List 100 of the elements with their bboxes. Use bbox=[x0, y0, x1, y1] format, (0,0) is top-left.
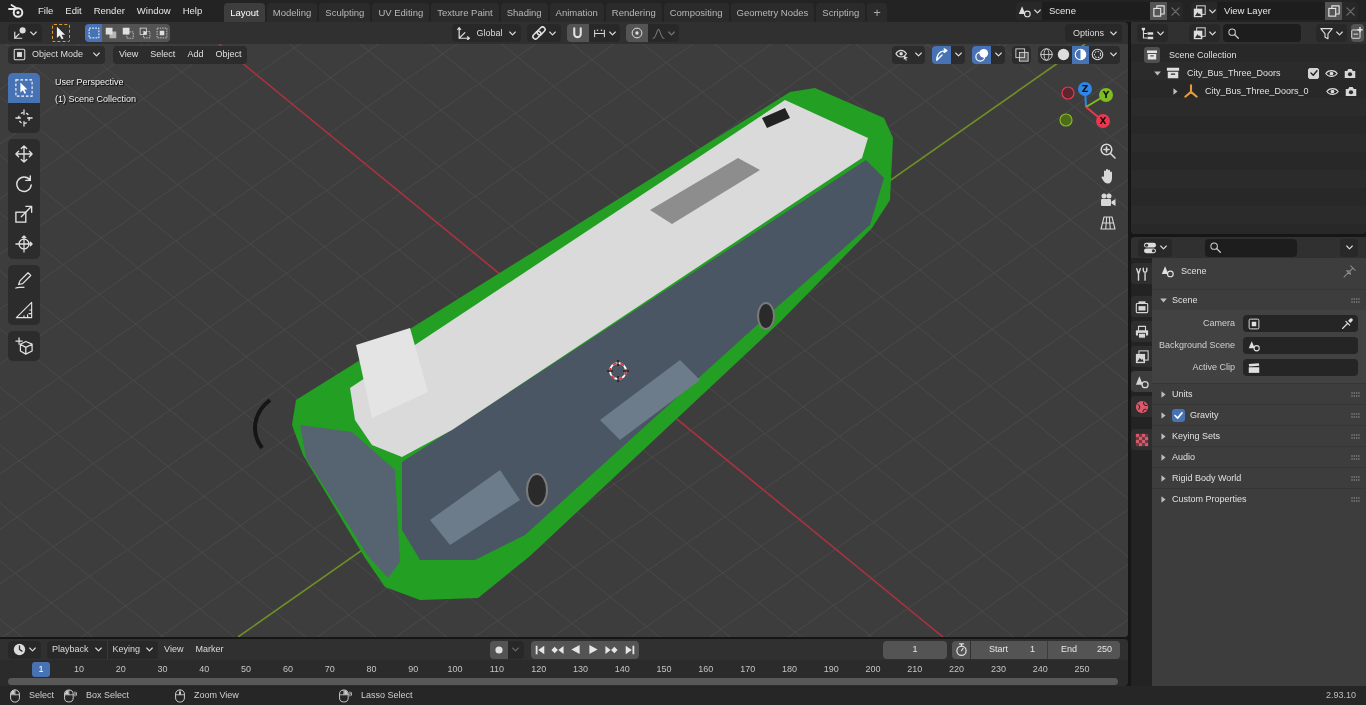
workspace-tab[interactable]: Modeling bbox=[266, 3, 318, 22]
filter-button[interactable] bbox=[1315, 24, 1347, 42]
photo-camera-icon[interactable] bbox=[1344, 67, 1356, 79]
pivot-dropdown[interactable] bbox=[526, 24, 561, 42]
search-field[interactable] bbox=[1223, 24, 1301, 42]
overlapping-squares-icon bbox=[104, 27, 117, 39]
selection-mode-button[interactable] bbox=[102, 24, 119, 42]
hand-icon[interactable] bbox=[1101, 168, 1115, 184]
menu-dropdown[interactable]: Keying bbox=[106, 640, 159, 659]
tool-button[interactable] bbox=[8, 103, 40, 133]
editor-type-button[interactable] bbox=[8, 640, 41, 659]
workspace-tab[interactable]: Rendering bbox=[605, 3, 662, 22]
editor-type-button[interactable] bbox=[1137, 24, 1168, 42]
workspace-tab[interactable]: Sculpting bbox=[319, 3, 371, 22]
eye-icon[interactable] bbox=[1325, 68, 1338, 78]
jump-start-button[interactable] bbox=[530, 640, 549, 659]
object-field[interactable] bbox=[1243, 359, 1358, 376]
frame-number: 230 bbox=[989, 664, 1007, 674]
duplicate-button[interactable] bbox=[1325, 2, 1342, 20]
editor-type-button[interactable] bbox=[1138, 238, 1172, 257]
menu-item[interactable]: Edit bbox=[59, 1, 88, 21]
properties-tab[interactable] bbox=[1131, 346, 1152, 367]
checkbox[interactable] bbox=[1308, 67, 1319, 79]
auto-key-button[interactable] bbox=[489, 640, 508, 659]
previous-keyframe-button[interactable] bbox=[548, 640, 567, 659]
display-mode-button[interactable] bbox=[1189, 24, 1220, 42]
menu-item[interactable]: Help bbox=[176, 1, 209, 21]
zoom-icon[interactable] bbox=[1100, 143, 1116, 159]
disclosure-triangle-icon[interactable] bbox=[1153, 70, 1161, 76]
add-workspace-button[interactable]: + bbox=[867, 3, 887, 22]
disclosure-triangle-icon[interactable] bbox=[1172, 87, 1178, 95]
tool-button[interactable] bbox=[8, 73, 40, 103]
snap-toggle[interactable] bbox=[566, 24, 589, 42]
workspace-tab[interactable]: Compositing bbox=[663, 3, 729, 22]
menu-item[interactable]: Marker bbox=[189, 640, 230, 659]
menu-dropdown[interactable]: Playback bbox=[47, 640, 107, 659]
photo-camera-icon[interactable] bbox=[1344, 85, 1357, 97]
current-frame-field[interactable]: 1 bbox=[883, 640, 947, 659]
view-layer-type-button[interactable] bbox=[1191, 2, 1217, 20]
menu-item[interactable]: File bbox=[32, 1, 60, 21]
perspective-grid-icon[interactable] bbox=[1100, 216, 1116, 230]
dropdown-button[interactable] bbox=[1340, 238, 1358, 257]
view-layer-name-field[interactable]: View Layer bbox=[1217, 2, 1325, 20]
active-tool-button[interactable] bbox=[52, 24, 70, 42]
workspace-tab[interactable]: Layout bbox=[224, 3, 265, 22]
workspace-tab[interactable]: Scripting bbox=[816, 3, 866, 22]
preview-range-button[interactable] bbox=[952, 640, 970, 659]
options-dropdown[interactable]: Options bbox=[1064, 24, 1122, 42]
search-field[interactable] bbox=[1205, 238, 1297, 257]
status-hint: Zoom View bbox=[194, 691, 239, 700]
menu-item[interactable]: Window bbox=[130, 1, 177, 21]
workspace-tab[interactable]: Animation bbox=[549, 3, 604, 22]
checkbox[interactable] bbox=[1172, 408, 1185, 422]
start-frame-field[interactable]: Start 1 bbox=[971, 640, 1047, 659]
snap-target-dropdown[interactable] bbox=[588, 24, 620, 42]
tool-button[interactable] bbox=[8, 229, 40, 259]
new-collection-button[interactable] bbox=[1350, 24, 1364, 42]
blender-logo-icon[interactable] bbox=[8, 4, 24, 18]
workspace-tab[interactable]: Geometry Nodes bbox=[730, 3, 815, 22]
selection-mode-button[interactable] bbox=[136, 24, 153, 42]
gizmo-axis-handle[interactable] bbox=[1061, 86, 1075, 100]
properties-tab[interactable] bbox=[1131, 296, 1152, 317]
movie-camera-icon[interactable] bbox=[1100, 193, 1116, 207]
eye-icon[interactable] bbox=[1325, 86, 1339, 96]
scene-type-button[interactable] bbox=[1016, 2, 1042, 20]
workspace-tab[interactable]: Shading bbox=[500, 3, 548, 22]
tree-item-label[interactable]: Scene Collection bbox=[1169, 50, 1237, 60]
scrollbar[interactable] bbox=[8, 678, 1118, 685]
selection-mode-button[interactable] bbox=[153, 24, 170, 42]
properties-tab[interactable] bbox=[1131, 371, 1152, 392]
tree-item-label[interactable]: City_Bus_Three_Doors_0 bbox=[1205, 86, 1309, 96]
end-frame-field[interactable]: End 250 bbox=[1047, 640, 1120, 659]
editor-type-button[interactable] bbox=[8, 24, 42, 42]
playhead[interactable]: 1 bbox=[32, 661, 50, 677]
selection-mode-button[interactable] bbox=[119, 24, 136, 42]
menu-item[interactable]: Render bbox=[87, 1, 131, 21]
object-field[interactable] bbox=[1243, 337, 1358, 354]
properties-tab[interactable] bbox=[1131, 321, 1152, 342]
proportional-toggle[interactable] bbox=[625, 24, 648, 42]
panel-header[interactable]: Gravity bbox=[1152, 404, 1366, 425]
tool-button[interactable] bbox=[8, 295, 40, 325]
scene-name-field[interactable]: Scene bbox=[1042, 2, 1150, 20]
orientation-dropdown[interactable]: Global bbox=[451, 24, 521, 42]
object-field[interactable] bbox=[1243, 315, 1358, 332]
properties-tab[interactable] bbox=[1131, 263, 1152, 284]
tool-button[interactable] bbox=[8, 139, 40, 169]
menu-item[interactable]: View bbox=[158, 640, 190, 659]
jump-end-button[interactable] bbox=[620, 640, 639, 659]
workspace-tab[interactable]: UV Editing bbox=[372, 3, 430, 22]
pin-icon[interactable] bbox=[1343, 264, 1356, 278]
duplicate-button[interactable] bbox=[1150, 2, 1167, 20]
gizmo-axis-handle[interactable]: X bbox=[1085, 106, 1110, 128]
eyedropper-icon[interactable] bbox=[1341, 317, 1353, 330]
workspace-tab[interactable]: Texture Paint bbox=[431, 3, 499, 22]
tool-button[interactable] bbox=[8, 331, 40, 361]
gizmo-axis-handle[interactable] bbox=[1059, 113, 1073, 127]
selection-mode-button[interactable] bbox=[85, 24, 102, 42]
tool-button[interactable] bbox=[8, 265, 40, 295]
remove-button[interactable] bbox=[1167, 2, 1183, 20]
tree-item-label[interactable]: City_Bus_Three_Doors bbox=[1187, 68, 1281, 78]
